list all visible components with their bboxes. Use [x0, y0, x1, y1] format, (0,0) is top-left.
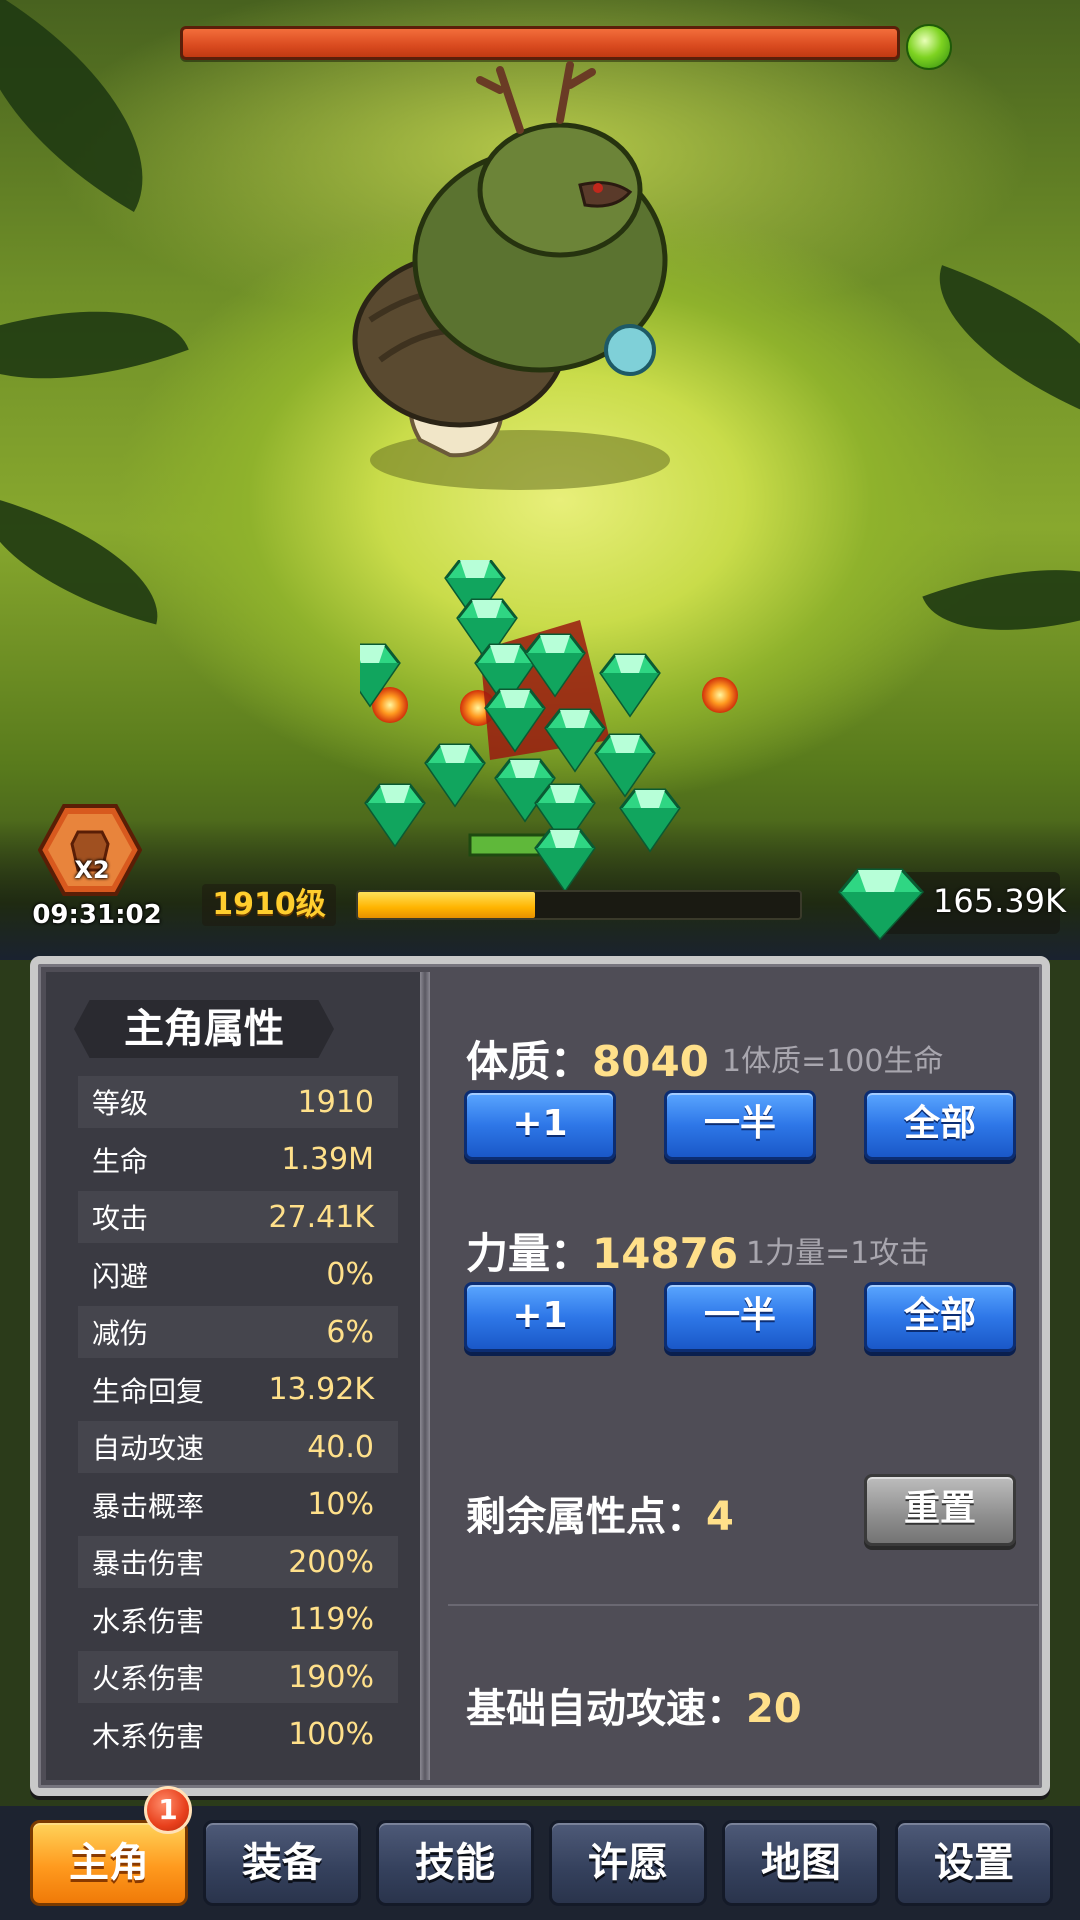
constitution-half-button[interactable]: 一半: [664, 1090, 816, 1160]
gem-drop: [619, 788, 681, 852]
stat-row: 等级 1910: [78, 1076, 398, 1128]
stat-row: 火系伤害 190%: [78, 1651, 398, 1703]
remaining-points-value: 4: [706, 1494, 734, 1540]
tab-skills[interactable]: 技能: [376, 1820, 534, 1906]
stats-title: 主角属性: [74, 1000, 334, 1058]
stat-label: 闪避: [92, 1259, 149, 1293]
constitution-title: 体质：: [466, 1037, 593, 1086]
boss-antlers: [476, 61, 596, 134]
constitution-label: 体质：8040: [466, 1028, 709, 1089]
tab-equipment[interactable]: 装备: [203, 1820, 361, 1906]
stat-label: 减伤: [92, 1317, 149, 1350]
stat-row: 水系伤害 119%: [78, 1594, 398, 1646]
gem-drop: [364, 783, 426, 847]
stat-value: 27.41K: [268, 1199, 374, 1235]
stat-row: 生命 1.39M: [78, 1134, 398, 1186]
stat-label: 水系伤害: [92, 1604, 205, 1638]
section-divider: [448, 1604, 1038, 1606]
stat-label: 暴击概率: [92, 1489, 205, 1523]
stat-value: 119%: [288, 1602, 374, 1637]
jungle-leaf: [0, 495, 177, 625]
exp-bar-fill: [358, 892, 535, 918]
strength-title: 力量：: [466, 1229, 593, 1278]
boss-orb-hand: [604, 324, 656, 376]
tab-settings[interactable]: 设置: [895, 1820, 1053, 1906]
stat-row: 生命回复 13.92K: [78, 1364, 398, 1416]
stat-value: 6%: [326, 1314, 374, 1350]
base-attack-speed-label: 基础自动攻速：20: [466, 1676, 802, 1734]
boss-hp-bar: [180, 26, 900, 60]
stat-value: 10%: [307, 1487, 374, 1522]
wood-element-icon: [906, 24, 952, 70]
stat-value: 200%: [288, 1544, 374, 1580]
stat-label: 攻击: [92, 1202, 149, 1235]
stat-row: 自动攻速 40.0: [78, 1421, 398, 1473]
jungle-leaf: [0, 0, 194, 212]
stat-row: 攻击 27.41K: [78, 1191, 398, 1243]
stat-value: 0%: [326, 1257, 374, 1292]
panel-divider: [420, 972, 430, 1780]
strength-note: 1力量=1攻击: [746, 1236, 930, 1271]
reset-button[interactable]: 重置: [864, 1474, 1016, 1546]
remaining-points-title: 剩余属性点：: [466, 1494, 706, 1540]
constitution-value: 8040: [592, 1037, 709, 1086]
stat-label: 暴击伤害: [92, 1547, 205, 1580]
stat-value: 40.0: [307, 1429, 374, 1465]
battle-scene: [0, 0, 1080, 960]
stat-label: 等级: [92, 1087, 149, 1120]
constitution-plus-one-button[interactable]: +1: [464, 1090, 616, 1160]
stat-value: 190%: [288, 1659, 374, 1695]
stat-label: 木系伤害: [92, 1719, 205, 1753]
stat-row: 木系伤害 100%: [78, 1709, 398, 1761]
stat-label: 生命回复: [92, 1374, 205, 1408]
jungle-leaf: [0, 265, 189, 425]
strength-value: 14876: [592, 1229, 739, 1278]
remaining-points-label: 剩余属性点：4: [466, 1484, 734, 1542]
constitution-all-button[interactable]: 全部: [864, 1090, 1016, 1160]
stat-label: 火系伤害: [92, 1662, 205, 1695]
base-attack-speed-title: 基础自动攻速：: [466, 1686, 746, 1732]
strength-plus-one-button[interactable]: +1: [464, 1282, 616, 1352]
stat-row: 暴击伤害 200%: [78, 1536, 398, 1588]
gem-drop: [599, 653, 661, 717]
stat-row: 闪避 0%: [78, 1249, 398, 1301]
gem-drop-pile: [360, 560, 738, 892]
fireball-effect: [702, 677, 738, 713]
stat-row: 暴击概率 10%: [78, 1479, 398, 1531]
gem-drop: [424, 743, 486, 807]
jungle-leaf: [911, 265, 1080, 425]
stat-label: 生命: [92, 1144, 149, 1178]
stats-panel: 主角属性 等级 1910 生命 1.39M 攻击 27.41K 闪避 0% 减伤 6% 生命回复 13…: [30, 956, 1050, 1796]
gem-drop: [594, 733, 656, 797]
player-level-label: 1910级: [202, 884, 336, 926]
strength-all-button[interactable]: 全部: [864, 1282, 1016, 1352]
constitution-note: 1体质=100生命: [722, 1044, 944, 1079]
forest-beast-boss[interactable]: [330, 60, 710, 500]
gem-total: 165.39K: [933, 882, 1066, 920]
exp-bar: [356, 890, 802, 920]
boss-shadow: [370, 430, 670, 490]
gem-icon: [838, 868, 925, 941]
notification-badge: 1: [144, 1786, 192, 1834]
buff-timer: 09:31:02: [32, 900, 162, 930]
base-attack-speed-value: 20: [746, 1686, 802, 1732]
stat-value: 1910: [297, 1084, 374, 1120]
stat-label: 自动攻速: [92, 1432, 205, 1465]
gem-drop: [534, 828, 596, 892]
gem-drop: [544, 708, 606, 772]
stat-value: 13.92K: [268, 1372, 374, 1407]
jungle-leaf: [922, 528, 1080, 672]
tab-wish[interactable]: 许愿: [549, 1820, 707, 1906]
stat-value: 100%: [288, 1717, 374, 1752]
tab-map[interactable]: 地图: [722, 1820, 880, 1906]
stat-row: 减伤 6%: [78, 1306, 398, 1358]
stat-value: 1.39M: [281, 1142, 374, 1177]
strength-half-button[interactable]: 一半: [664, 1282, 816, 1352]
strength-label: 力量：14876: [466, 1220, 738, 1281]
buff-multiplier-label: X2: [74, 856, 110, 884]
boss-eye: [593, 183, 603, 193]
